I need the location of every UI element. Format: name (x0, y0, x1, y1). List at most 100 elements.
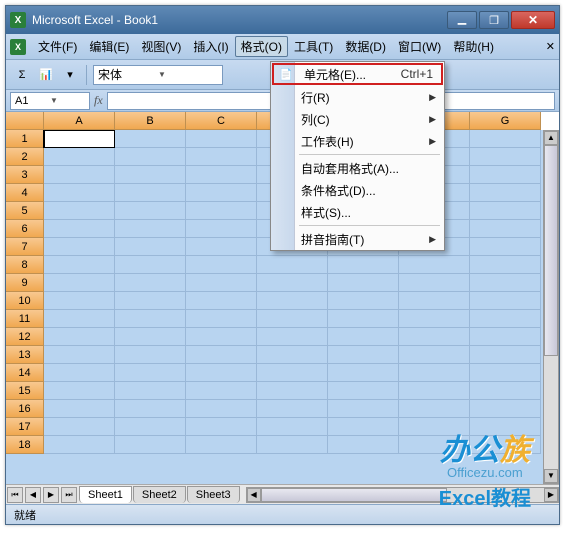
cell[interactable] (257, 400, 328, 418)
cell[interactable] (115, 346, 186, 364)
cell[interactable] (115, 400, 186, 418)
cell[interactable] (328, 436, 399, 454)
menu-item-sheet[interactable]: 工作表(H) ▶ (271, 130, 444, 152)
cell[interactable] (115, 310, 186, 328)
cell[interactable] (470, 148, 541, 166)
row-header[interactable]: 11 (6, 310, 44, 328)
scroll-left-icon[interactable]: ◀ (247, 488, 261, 502)
cell[interactable] (115, 130, 186, 148)
cell[interactable] (44, 382, 115, 400)
cell[interactable] (44, 274, 115, 292)
cell[interactable] (186, 148, 257, 166)
cell[interactable] (186, 184, 257, 202)
menu-edit[interactable]: 编辑(E) (83, 36, 135, 57)
cell[interactable] (186, 310, 257, 328)
row-header[interactable]: 14 (6, 364, 44, 382)
cell[interactable] (186, 436, 257, 454)
cell[interactable] (257, 418, 328, 436)
menu-item-autoformat[interactable]: 自动套用格式(A)... (271, 157, 444, 179)
cell[interactable] (115, 238, 186, 256)
menu-help[interactable]: 帮助(H) (447, 36, 500, 57)
row-header[interactable]: 12 (6, 328, 44, 346)
cell[interactable] (470, 418, 541, 436)
menu-item-conditional[interactable]: 条件格式(D)... (271, 179, 444, 201)
cell[interactable] (115, 184, 186, 202)
col-header-g[interactable]: G (470, 112, 541, 130)
row-header[interactable]: 16 (6, 400, 44, 418)
cell[interactable] (44, 130, 115, 148)
row-header[interactable]: 18 (6, 436, 44, 454)
cell[interactable] (328, 382, 399, 400)
cell[interactable] (44, 310, 115, 328)
row-header[interactable]: 9 (6, 274, 44, 292)
cell[interactable] (115, 328, 186, 346)
cell[interactable] (328, 274, 399, 292)
minimize-button[interactable] (447, 11, 477, 29)
cell[interactable] (44, 346, 115, 364)
scroll-down-icon[interactable]: ▼ (544, 469, 558, 483)
cell[interactable] (328, 418, 399, 436)
menu-item-phonetic[interactable]: 拼音指南(T) ▶ (271, 228, 444, 250)
cell[interactable] (186, 238, 257, 256)
cell[interactable] (328, 328, 399, 346)
cell[interactable] (257, 274, 328, 292)
autosum-button[interactable]: Σ (12, 65, 32, 85)
cell[interactable] (470, 184, 541, 202)
cell[interactable] (44, 400, 115, 418)
cell[interactable] (186, 346, 257, 364)
menu-item-row[interactable]: 行(R) ▶ (271, 86, 444, 108)
cell[interactable] (399, 328, 470, 346)
cell[interactable] (115, 202, 186, 220)
cell[interactable] (470, 238, 541, 256)
cell[interactable] (470, 346, 541, 364)
cell[interactable] (186, 202, 257, 220)
cell[interactable] (399, 364, 470, 382)
cell[interactable] (115, 292, 186, 310)
cell[interactable] (186, 130, 257, 148)
menu-insert[interactable]: 插入(I) (187, 36, 234, 57)
vertical-scrollbar[interactable]: ▲ ▼ (543, 130, 559, 484)
row-header[interactable]: 10 (6, 292, 44, 310)
row-header[interactable]: 13 (6, 346, 44, 364)
cell[interactable] (44, 148, 115, 166)
cell[interactable] (470, 220, 541, 238)
maximize-button[interactable] (479, 11, 509, 29)
cell[interactable] (470, 130, 541, 148)
horizontal-scrollbar[interactable]: ◀ ▶ (246, 487, 559, 503)
cell[interactable] (115, 364, 186, 382)
cell[interactable] (186, 400, 257, 418)
cell[interactable] (257, 310, 328, 328)
cell[interactable] (470, 364, 541, 382)
cell[interactable] (115, 220, 186, 238)
fx-icon[interactable]: fx (94, 93, 103, 108)
row-header[interactable]: 5 (6, 202, 44, 220)
cell[interactable] (115, 418, 186, 436)
cell[interactable] (115, 382, 186, 400)
cell[interactable] (399, 382, 470, 400)
hscroll-thumb[interactable] (261, 488, 448, 502)
menu-item-cells[interactable]: 📄 单元格(E)... Ctrl+1 (272, 63, 443, 85)
cell[interactable] (186, 418, 257, 436)
tab-next-icon[interactable]: ▶ (43, 487, 59, 503)
cell[interactable] (186, 166, 257, 184)
cell[interactable] (186, 292, 257, 310)
cell[interactable] (470, 436, 541, 454)
row-header[interactable]: 4 (6, 184, 44, 202)
cell[interactable] (44, 364, 115, 382)
close-button[interactable] (511, 11, 555, 29)
cell[interactable] (399, 400, 470, 418)
cell[interactable] (257, 256, 328, 274)
doc-close-icon[interactable]: ✕ (546, 40, 555, 53)
menu-data[interactable]: 数据(D) (339, 36, 392, 57)
row-header[interactable]: 17 (6, 418, 44, 436)
cell[interactable] (257, 346, 328, 364)
cell[interactable] (115, 148, 186, 166)
cell[interactable] (186, 382, 257, 400)
cell[interactable] (44, 292, 115, 310)
row-header[interactable]: 8 (6, 256, 44, 274)
row-header[interactable]: 7 (6, 238, 44, 256)
cell[interactable] (186, 220, 257, 238)
cell[interactable] (115, 274, 186, 292)
cell[interactable] (328, 364, 399, 382)
toolbar-more-icon[interactable]: ▾ (60, 65, 80, 85)
